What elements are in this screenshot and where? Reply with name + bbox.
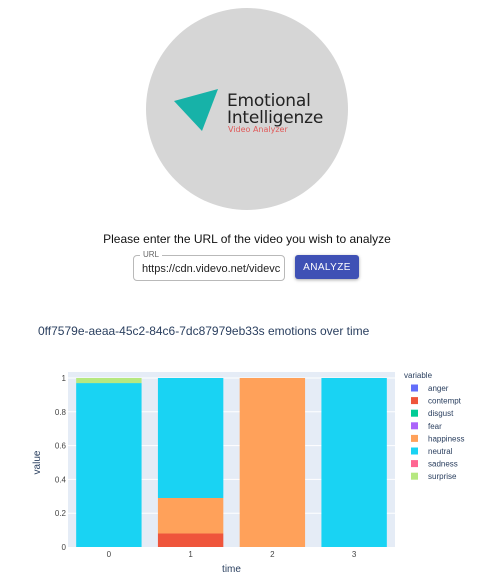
legend-label-neutral: neutral [428, 447, 453, 456]
legend-label-surprise: surprise [428, 472, 457, 481]
chart-title: 0ff7579e-aeaa-45c2-84c6-7dc87979eb33s em… [38, 324, 370, 338]
y-tick-label: 0 [62, 543, 67, 552]
x-axis-title: time [222, 564, 241, 573]
legend-label-disgust: disgust [428, 409, 454, 418]
bar-neutral [157, 378, 224, 498]
bar-happiness [157, 497, 224, 534]
bar-happiness [239, 378, 306, 547]
logo-triangle-icon [174, 89, 218, 131]
logo-subtitle: Video Analyzer [228, 125, 288, 134]
bar-neutral [321, 378, 387, 547]
legend-label-anger: anger [428, 384, 449, 393]
url-input[interactable] [142, 260, 280, 277]
y-tick-label: 0.8 [55, 408, 67, 417]
url-label: URL [140, 250, 163, 260]
x-tick-label: 1 [188, 550, 193, 559]
bar-contempt [157, 533, 224, 547]
legend-swatch-happiness [411, 434, 418, 442]
legend-label-happiness: happiness [428, 434, 464, 443]
legend-swatch-sadness [411, 460, 418, 468]
logo-circle: Emotional Intelligenze Video Analyzer [146, 8, 348, 210]
legend-label-sadness: sadness [428, 460, 458, 469]
legend-swatch-surprise [411, 472, 418, 480]
x-tick-label: 0 [107, 550, 112, 559]
legend-title: variable [404, 371, 433, 380]
legend-swatch-neutral [411, 447, 418, 455]
url-field[interactable]: URL [133, 250, 285, 281]
y-tick-label: 1 [62, 374, 67, 383]
logo-triangle-shape [174, 89, 218, 131]
y-tick-label: 0.4 [55, 475, 67, 484]
x-tick-label: 2 [270, 550, 275, 559]
y-tick-label: 0.6 [55, 442, 67, 451]
bar-neutral [76, 383, 142, 547]
legend-label-fear: fear [428, 422, 442, 431]
logo-title: Emotional Intelligenze [227, 93, 323, 127]
emotions-chart: 0 0.2 0.4 0.6 0.8 1 0 1 2 3 time value variable anger… [32, 371, 464, 573]
legend-swatch-anger [411, 384, 418, 392]
legend-swatch-disgust [411, 409, 418, 417]
url-prompt: Please enter the URL of the video you wi… [103, 232, 391, 246]
y-axis-title: value [32, 450, 43, 474]
legend-swatch-contempt [411, 397, 418, 405]
analyze-button[interactable]: ANALYZE [295, 255, 359, 279]
x-tick-label: 3 [352, 550, 357, 559]
y-tick-label: 0.2 [55, 509, 67, 518]
legend-swatch-fear [411, 422, 418, 430]
legend-label-contempt: contempt [428, 397, 462, 406]
bar-surprise [76, 378, 142, 384]
